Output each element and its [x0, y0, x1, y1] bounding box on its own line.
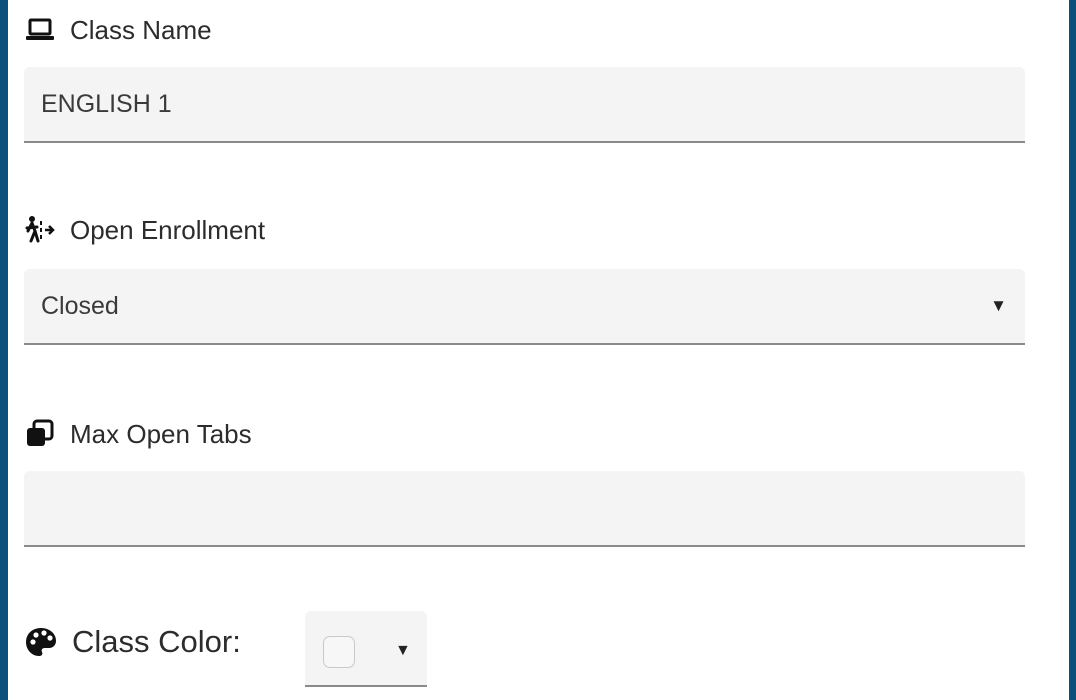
class-name-value[interactable]: ENGLISH 1 — [41, 67, 172, 141]
max-open-tabs-input[interactable] — [24, 471, 1025, 547]
max-open-tabs-label: Max Open Tabs — [70, 418, 252, 449]
laptop-icon — [24, 14, 56, 46]
class-name-label-row: Class Name — [24, 12, 212, 48]
class-name-input[interactable]: ENGLISH 1 — [24, 67, 1025, 143]
open-enrollment-select[interactable]: Closed ▼ — [24, 269, 1025, 345]
walk-in-icon — [24, 214, 56, 246]
class-settings-panel: Class Name ENGLISH 1 Open Enrollment Clo… — [8, 0, 1069, 700]
palette-icon — [24, 625, 58, 659]
chevron-down-icon[interactable]: ▼ — [395, 611, 411, 687]
class-color-label: Class Color: — [72, 624, 241, 659]
chevron-down-icon[interactable]: ▼ — [990, 269, 1007, 343]
class-color-picker[interactable]: ▼ — [305, 611, 427, 687]
color-swatch[interactable] — [323, 636, 355, 668]
max-open-tabs-label-row: Max Open Tabs — [24, 416, 252, 452]
class-name-label: Class Name — [70, 14, 212, 45]
tabs-icon — [24, 418, 56, 450]
class-color-label-row: Class Color: — [24, 612, 241, 672]
open-enrollment-label-row: Open Enrollment — [24, 212, 265, 248]
open-enrollment-label: Open Enrollment — [70, 214, 266, 245]
open-enrollment-selected-value[interactable]: Closed — [41, 269, 119, 343]
